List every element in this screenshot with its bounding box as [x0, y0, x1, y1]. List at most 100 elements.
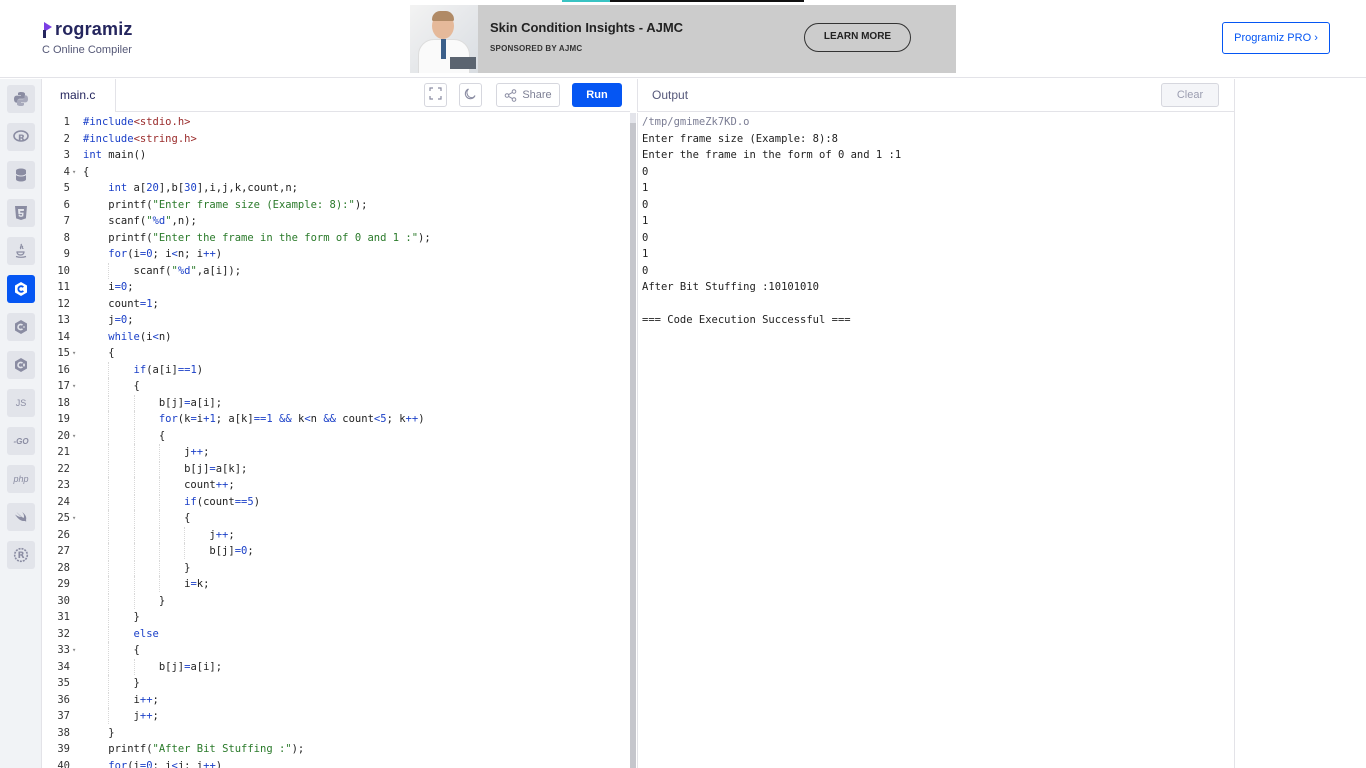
indent-guide: [108, 444, 110, 460]
code-line[interactable]: 25 ▾ {: [42, 510, 630, 526]
code-line[interactable]: 15 ▾ {: [42, 345, 630, 361]
indent-guide: [158, 460, 160, 477]
fullscreen-button[interactable]: [424, 83, 447, 107]
code-line[interactable]: 32 else: [42, 625, 630, 642]
c-icon[interactable]: [7, 275, 35, 303]
rust-icon[interactable]: R: [7, 541, 35, 569]
code-line[interactable]: 18 b[j]=a[i];: [42, 394, 630, 411]
indent-guide: [158, 493, 160, 510]
line-number: 25: [57, 512, 70, 524]
code-line[interactable]: 12 count=1;: [42, 296, 630, 312]
code-line[interactable]: 29 i=k;: [42, 576, 630, 592]
fullscreen-icon: [429, 87, 442, 103]
editor-scrollbar-thumb[interactable]: [630, 123, 636, 768]
code-text: for(i=0; i<j; i++): [108, 759, 223, 768]
javascript-icon[interactable]: JS: [7, 389, 35, 417]
output-line: === Code Execution Successful ===: [642, 314, 851, 326]
code-line[interactable]: 2 #include<string.h>: [42, 131, 630, 147]
output-console[interactable]: /tmp/gmimeZk7KD.o Enter frame size (Examp…: [637, 113, 1234, 768]
code-text: scanf("%d",n);: [108, 215, 197, 227]
code-line[interactable]: 5 int a[20],b[30],i,j,k,count,n;: [42, 180, 630, 196]
code-editor[interactable]: 1 #include<stdio.h> 2 #include<string.h> 3 in…: [42, 113, 630, 768]
dark-mode-toggle[interactable]: [459, 83, 482, 107]
code-line[interactable]: 4 ▾ {: [42, 164, 630, 180]
line-number: 7: [63, 215, 70, 227]
ad-learn-more-button[interactable]: LEARN MORE: [804, 23, 911, 52]
indent-guide: [158, 559, 160, 576]
programiz-pro-button[interactable]: Programiz PRO ›: [1222, 22, 1330, 54]
fold-toggle-icon[interactable]: ▾: [72, 378, 76, 394]
share-button[interactable]: Share: [496, 83, 560, 107]
csharp-icon[interactable]: [7, 351, 35, 379]
sql-database-icon[interactable]: [7, 161, 35, 189]
fold-toggle-icon[interactable]: ▾: [72, 345, 76, 361]
code-line[interactable]: 21 j++;: [42, 444, 630, 460]
code-text: printf("Enter the frame in the form of 0…: [108, 231, 431, 244]
fold-toggle-icon[interactable]: ▾: [72, 164, 76, 180]
ad-banner[interactable]: Skin Condition Insights - AJMC SPONSORED…: [410, 5, 956, 73]
code-line[interactable]: 35}: [42, 675, 630, 691]
code-line[interactable]: 24 if(count==5): [42, 493, 630, 510]
indent-guide: [158, 510, 160, 526]
clear-button[interactable]: Clear: [1161, 83, 1219, 107]
code-line[interactable]: 1 #include<stdio.h>: [42, 114, 630, 130]
line-number: 11: [57, 281, 70, 293]
programiz-logo[interactable]: rogramiz C Online Compiler: [42, 19, 133, 56]
code-line[interactable]: 20 ▾ {: [42, 427, 630, 444]
php-icon[interactable]: php: [7, 465, 35, 493]
indent-guide: [133, 592, 135, 609]
go-icon[interactable]: -GO: [7, 427, 35, 455]
html5-icon[interactable]: [7, 199, 35, 227]
indent-guide: [108, 493, 110, 510]
code-line[interactable]: 28}: [42, 559, 630, 576]
code-line[interactable]: 30}: [42, 592, 630, 609]
code-line[interactable]: 34 b[j]=a[i];: [42, 658, 630, 675]
code-line[interactable]: 11 i=0;: [42, 279, 630, 295]
code-line[interactable]: 16 if(a[i]==1): [42, 361, 630, 378]
indent-guide: [108, 526, 110, 543]
code-line[interactable]: 13 j=0;: [42, 312, 630, 328]
file-tab-main-c[interactable]: main.c: [42, 79, 116, 112]
code-line[interactable]: 14 while(i<n): [42, 329, 630, 345]
run-button[interactable]: Run: [572, 83, 622, 107]
code-line[interactable]: 7 scanf("%d",n);: [42, 213, 630, 229]
code-line[interactable]: 6 printf("Enter frame size (Example: 8):"…: [42, 197, 630, 213]
editor-scrollbar[interactable]: [630, 113, 636, 768]
line-number: 9: [63, 248, 70, 260]
code-line[interactable]: 38}: [42, 725, 630, 741]
code-line[interactable]: 31}: [42, 609, 630, 625]
code-line[interactable]: 37 j++;: [42, 708, 630, 724]
indent-guide: [158, 576, 160, 592]
r-icon[interactable]: R: [7, 123, 35, 151]
top-progress-strip-fill: [562, 0, 610, 2]
line-number: 26: [57, 528, 70, 541]
logo-text: rogramiz: [55, 19, 133, 39]
code-line[interactable]: 17 ▾ {: [42, 378, 630, 394]
code-line[interactable]: 8 printf("Enter the frame in the form of …: [42, 230, 630, 246]
indent-guide: [133, 460, 135, 477]
code-line[interactable]: 23 count++;: [42, 477, 630, 493]
code-line[interactable]: 40 for(i=0; i<j; i++): [42, 758, 630, 768]
cpp-icon[interactable]: [7, 313, 35, 341]
code-line[interactable]: 10 scanf("%d",a[i]);: [42, 262, 630, 279]
fold-toggle-icon[interactable]: ▾: [72, 428, 76, 444]
swift-icon[interactable]: [7, 503, 35, 531]
code-line[interactable]: 3 int main(): [42, 147, 630, 163]
code-line[interactable]: 9 for(i=0; i<n; i++): [42, 246, 630, 262]
code-line[interactable]: 22 b[j]=a[k];: [42, 460, 630, 477]
line-number: 5: [63, 182, 70, 194]
indent-guide: [133, 543, 135, 559]
java-icon[interactable]: [7, 237, 35, 265]
code-line[interactable]: 33 ▾ {: [42, 642, 630, 658]
code-line[interactable]: 36 i++;: [42, 691, 630, 708]
code-line[interactable]: 27 b[j]=0;: [42, 543, 630, 559]
code-line[interactable]: 19 for(k=i+1; a[k]==1 && k<n && count<5; …: [42, 411, 630, 427]
code-line[interactable]: 26 j++;: [42, 526, 630, 543]
code-text: }: [158, 594, 166, 607]
fold-toggle-icon[interactable]: ▾: [72, 510, 76, 526]
indent-guide: [108, 576, 110, 592]
code-text: while(i<n): [108, 330, 172, 343]
fold-toggle-icon[interactable]: ▾: [72, 642, 76, 658]
python-icon[interactable]: [7, 85, 35, 113]
code-line[interactable]: 39 printf("After Bit Stuffing :");: [42, 741, 630, 757]
